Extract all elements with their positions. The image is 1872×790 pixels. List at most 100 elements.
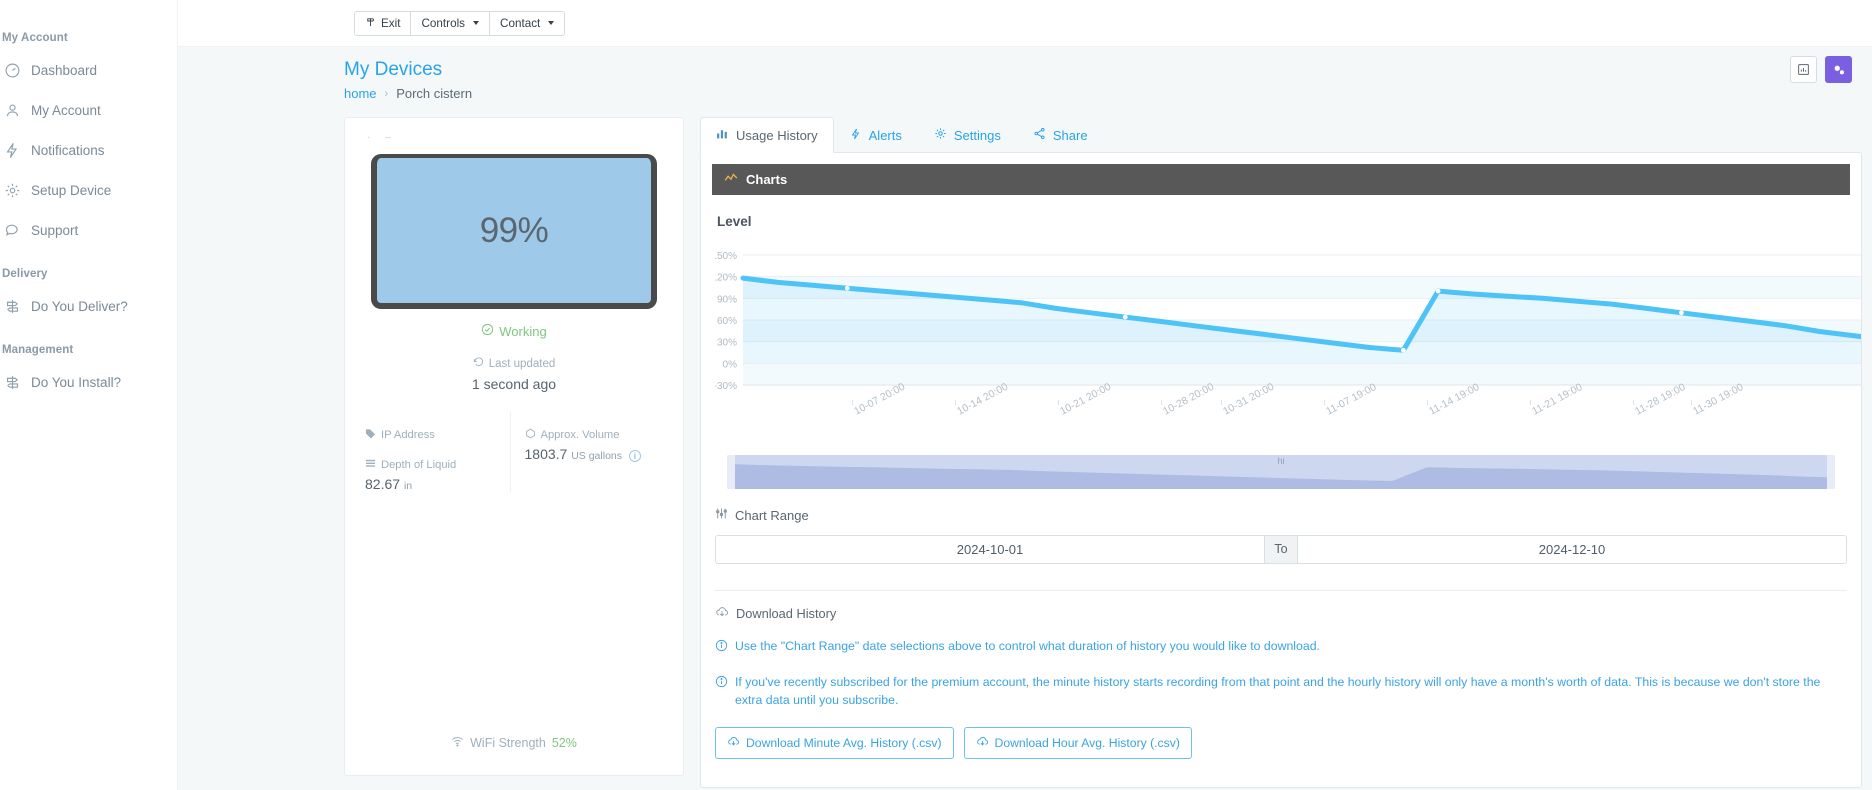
check-circle-icon: [481, 323, 494, 339]
chart-range-label: Chart Range: [735, 507, 809, 523]
trend-line-icon: [724, 172, 738, 187]
download-note-2: If you've recently subscribed for the pr…: [715, 674, 1847, 710]
download-note-1: Use the "Chart Range" date selections ab…: [715, 638, 1847, 658]
exit-button[interactable]: Exit: [354, 10, 412, 36]
bar-chart-icon: [716, 127, 729, 143]
sidebar-section-management: Management: [2, 344, 74, 356]
volume-value: 1803.7: [524, 446, 568, 462]
settings-gears-button[interactable]: [1825, 56, 1852, 83]
chart-x-axis: 10-07 20:00 10-14 20:00 10-21 20:00 10-28 2…: [715, 381, 1847, 451]
chart-range-to-input[interactable]: 2024-12-10: [1297, 535, 1847, 564]
sidebar-item-setup-device[interactable]: Setup Device: [0, 170, 177, 210]
signpost-icon: [3, 297, 21, 315]
download-minute-csv-label: Download Minute Avg. History (.csv): [746, 736, 942, 751]
brush-label: hi: [1277, 456, 1285, 466]
breadcrumb-home[interactable]: home: [344, 86, 377, 101]
download-cloud-icon: [715, 605, 729, 622]
volume-info-icon[interactable]: i: [628, 450, 641, 462]
tab-label: Share: [1052, 127, 1088, 143]
tag-icon: [365, 428, 376, 442]
sidebar-item-label: Setup Device: [31, 182, 112, 198]
depth-label: Depth of Liquid: [381, 459, 457, 471]
svg-text:120%: 120%: [715, 273, 737, 284]
svg-text:0%: 0%: [723, 359, 738, 370]
gears-icon: [1834, 65, 1844, 74]
sidebar-item-my-account[interactable]: My Account: [0, 90, 177, 130]
wifi-icon: [451, 735, 464, 751]
app-root: My Account Dashboard My Account Notifica…: [0, 0, 1872, 790]
chart-range-to-label: To: [1265, 535, 1297, 564]
svg-text:60%: 60%: [717, 316, 737, 327]
chart-svg: 150% 120% 90% 60% 30% 0% -30%: [715, 251, 1861, 392]
sidebar-item-do-you-install[interactable]: Do You Install?: [0, 362, 177, 402]
wifi-strength-row: WiFi Strength 52%: [345, 735, 683, 751]
tank-wrapper: 99%: [359, 154, 669, 309]
sidebar-item-dashboard[interactable]: Dashboard: [0, 50, 177, 90]
download-minute-csv-button[interactable]: Download Minute Avg. History (.csv): [715, 727, 954, 760]
last-updated-label: Last updated: [488, 358, 556, 370]
sidebar: My Account Dashboard My Account Notifica…: [0, 0, 178, 790]
svg-text:90%: 90%: [717, 294, 737, 305]
metrics-col-right: Approx. Volume 1803.7 US gallons i: [509, 412, 670, 492]
controls-dropdown[interactable]: Controls: [410, 10, 491, 36]
sidebar-item-label: Support: [31, 222, 79, 238]
download-history-section: Download History Use the "Chart Range" d…: [701, 591, 1861, 760]
sidebar-item-label: Do You Install?: [31, 374, 122, 390]
status-label: Working: [499, 323, 547, 339]
tank-scale-marks: · –: [367, 132, 397, 143]
chart-range-from-input[interactable]: 2024-10-01: [715, 535, 1265, 564]
depth-value-row: 82.67 in: [365, 476, 510, 492]
download-history-title: Download History: [736, 606, 837, 621]
info-icon: [715, 639, 728, 658]
sidebar-item-label: Do You Deliver?: [31, 298, 128, 314]
page-header: My Devices home › Porch cistern: [178, 47, 1872, 101]
sidebar-item-label: Notifications: [31, 142, 105, 158]
volume-label-row: Approx. Volume: [525, 428, 670, 442]
history-icon: [473, 357, 484, 371]
page-title: My Devices: [344, 59, 443, 80]
tab-settings[interactable]: Settings: [918, 117, 1017, 153]
depth-value: 82.67: [365, 476, 401, 492]
download-hour-csv-button[interactable]: Download Hour Avg. History (.csv): [963, 727, 1192, 760]
brush-handle-left[interactable]: [727, 455, 735, 489]
sidebar-section-delivery: Delivery: [2, 268, 48, 280]
top-toolbar: Exit Controls Contact: [178, 0, 1872, 47]
charts-header-label: Charts: [746, 172, 788, 187]
contact-dropdown[interactable]: Contact: [489, 10, 566, 36]
sidebar-item-notifications[interactable]: Notifications: [0, 130, 177, 170]
wifi-strength-value: 52%: [551, 736, 577, 750]
chart-range-brush[interactable]: hi: [727, 455, 1835, 489]
level-chart[interactable]: 150% 120% 90% 60% 30% 0% -30%: [715, 233, 1861, 403]
layers-icon: [365, 458, 376, 472]
sidebar-item-label: Dashboard: [31, 62, 98, 78]
download-buttons: Download Minute Avg. History (.csv) Down…: [715, 727, 1847, 760]
gear-icon: [3, 181, 21, 199]
cube-icon: [525, 428, 536, 442]
sidebar-item-do-you-deliver[interactable]: Do You Deliver?: [0, 286, 177, 326]
depth-label-row: Depth of Liquid: [365, 458, 510, 472]
chart-title: Level: [717, 214, 752, 229]
usage-history-panel: Charts Level 150% 120% 90% 60% 30% 0% -30% 10-…: [700, 152, 1862, 788]
report-button[interactable]: [1790, 56, 1817, 83]
charts-section-header: Charts: [712, 164, 1850, 195]
chevron-right-icon: ›: [384, 87, 389, 100]
bolt-icon: [850, 128, 862, 143]
tab-bar: Usage History Alerts Settings Share: [700, 117, 1862, 153]
gear-icon: [934, 127, 947, 143]
breadcrumb: home › Porch cistern: [344, 86, 1872, 101]
tank-graphic: 99%: [371, 154, 657, 309]
brush-handle-right[interactable]: [1827, 455, 1835, 489]
info-icon: [715, 675, 728, 710]
tab-alerts[interactable]: Alerts: [834, 117, 918, 153]
tab-label: Alerts: [868, 127, 902, 143]
download-cloud-icon: [976, 735, 989, 751]
tab-share[interactable]: Share: [1017, 117, 1104, 153]
tab-usage-history[interactable]: Usage History: [700, 117, 834, 153]
volume-value-row: 1803.7 US gallons i: [525, 446, 670, 462]
sliders-icon: [715, 507, 728, 523]
sidebar-item-support[interactable]: Support: [0, 210, 177, 250]
tab-label: Usage History: [736, 127, 818, 143]
download-note-1-text: Use the "Chart Range" date selections ab…: [735, 639, 1320, 653]
status-badge: Working: [359, 323, 669, 339]
download-hour-csv-label: Download Hour Avg. History (.csv): [994, 736, 1180, 751]
